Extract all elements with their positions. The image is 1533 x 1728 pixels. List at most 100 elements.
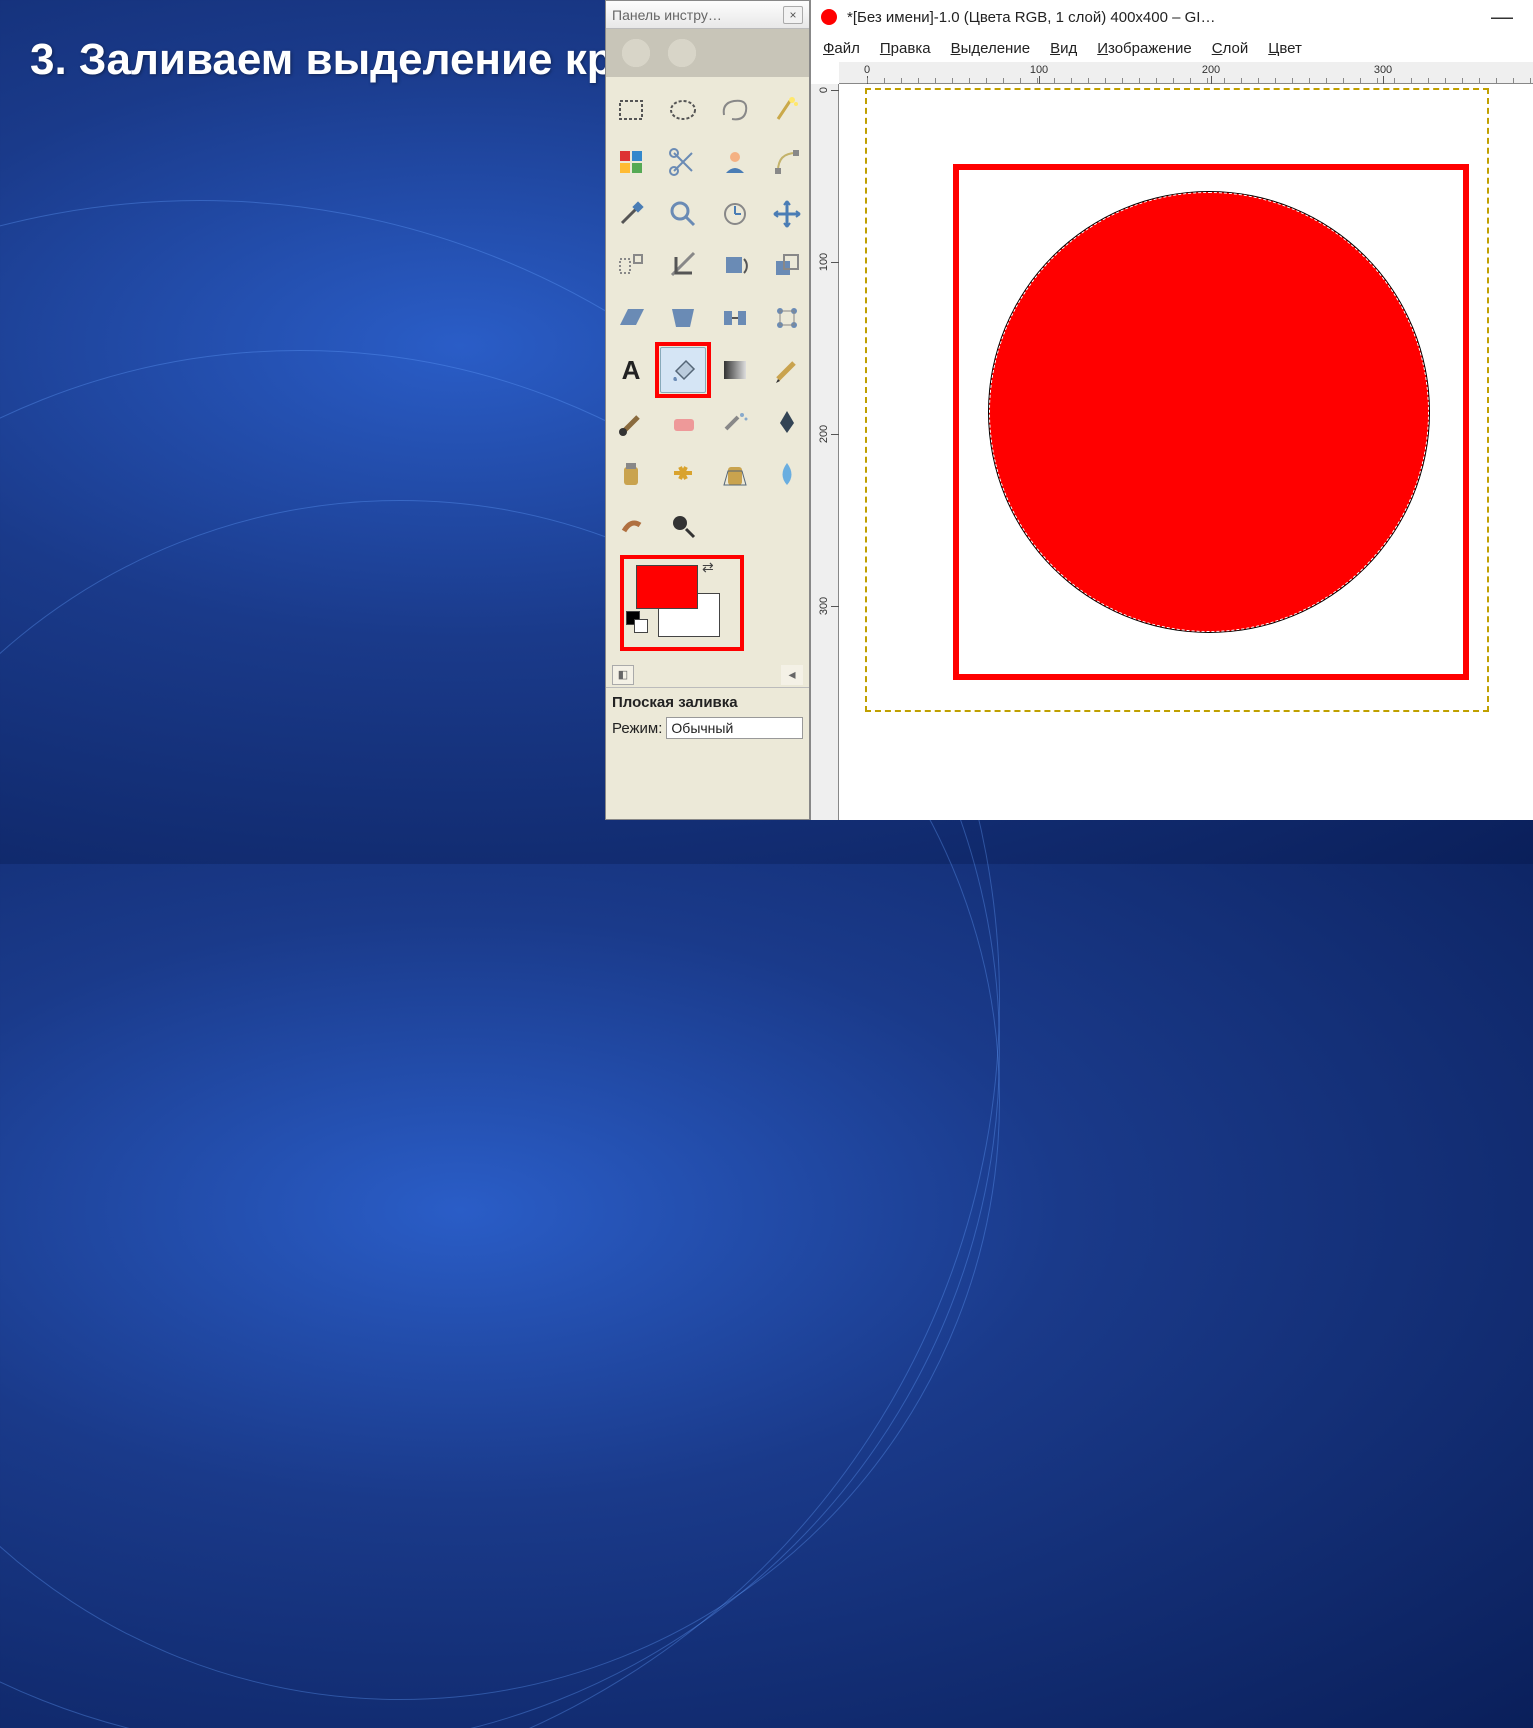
pencil-icon bbox=[770, 353, 804, 387]
scale-tool[interactable] bbox=[764, 243, 810, 289]
shear-tool[interactable] bbox=[608, 295, 654, 341]
menu-edit[interactable]: Правка bbox=[880, 40, 931, 57]
menu-select[interactable]: Выделение bbox=[951, 40, 1031, 57]
dock-buttons-row: ◧ ◂ bbox=[606, 663, 809, 687]
gimp-windows: Панель инстру… × bbox=[605, 0, 1533, 820]
move-tool[interactable] bbox=[764, 191, 810, 237]
image-window-title: *[Без имени]-1.0 (Цвета RGB, 1 слой) 400… bbox=[847, 9, 1215, 26]
ink-icon bbox=[770, 405, 804, 439]
cage-tool[interactable] bbox=[764, 295, 810, 341]
ellipse-select-tool[interactable] bbox=[660, 87, 706, 133]
bucket-fill-tool[interactable] bbox=[660, 347, 706, 393]
eraser-tool[interactable] bbox=[660, 399, 706, 445]
menu-file[interactable]: Файл bbox=[823, 40, 860, 57]
color-picker-icon bbox=[614, 197, 648, 231]
cage-icon bbox=[770, 301, 804, 335]
scale-icon bbox=[770, 249, 804, 283]
tool-grid: A bbox=[606, 77, 809, 553]
tool-options-title: Плоская заливка bbox=[612, 694, 803, 711]
clone-tool[interactable] bbox=[608, 451, 654, 497]
text-icon: A bbox=[614, 353, 648, 387]
by-color-select-tool[interactable] bbox=[608, 139, 654, 185]
toolbox-titlebar[interactable]: Панель инстру… × bbox=[606, 1, 809, 29]
rect-select-tool[interactable] bbox=[608, 87, 654, 133]
free-select-tool[interactable] bbox=[712, 87, 758, 133]
clone-icon bbox=[614, 457, 648, 491]
paintbrush-tool[interactable] bbox=[608, 399, 654, 445]
align-tool[interactable] bbox=[608, 243, 654, 289]
horizontal-ruler[interactable]: 0100200300 bbox=[839, 62, 1533, 84]
shear-icon bbox=[614, 301, 648, 335]
canvas-area: 0100200300 0100200300 bbox=[811, 62, 1533, 820]
image-menubar: Файл Правка Выделение Вид Изображение Сл… bbox=[811, 34, 1533, 62]
toolbox-window: Панель инстру… × bbox=[605, 0, 810, 820]
perspective-icon bbox=[666, 301, 700, 335]
vertical-ruler[interactable]: 0100200300 bbox=[811, 84, 839, 820]
flip-tool[interactable] bbox=[712, 295, 758, 341]
toolbox-close-button[interactable]: × bbox=[783, 6, 803, 24]
scissors-tool[interactable] bbox=[660, 139, 706, 185]
menu-color[interactable]: Цвет bbox=[1268, 40, 1302, 57]
dodge-tool[interactable] bbox=[660, 503, 706, 549]
zoom-tool[interactable] bbox=[660, 191, 706, 237]
rotate-tool[interactable] bbox=[712, 243, 758, 289]
airbrush-icon bbox=[718, 405, 752, 439]
eraser-icon bbox=[666, 405, 700, 439]
align-icon bbox=[614, 249, 648, 283]
move-icon bbox=[770, 197, 804, 231]
dodge-icon bbox=[666, 509, 700, 543]
blur-icon bbox=[770, 457, 804, 491]
zoom-icon bbox=[666, 197, 700, 231]
mode-label: Режим: bbox=[612, 720, 662, 737]
pencil-tool[interactable] bbox=[764, 347, 810, 393]
paintbrush-icon bbox=[614, 405, 648, 439]
dock-toggle-button[interactable]: ◧ bbox=[612, 665, 634, 685]
crop-icon bbox=[666, 249, 700, 283]
blend-tool[interactable] bbox=[712, 347, 758, 393]
dock-menu-button[interactable]: ◂ bbox=[781, 665, 803, 685]
menu-layer[interactable]: Слой bbox=[1212, 40, 1249, 57]
heal-icon bbox=[666, 457, 700, 491]
text-tool[interactable]: A bbox=[608, 347, 654, 393]
canvas-viewport[interactable] bbox=[839, 84, 1533, 820]
free-select-icon bbox=[718, 93, 752, 127]
ink-tool[interactable] bbox=[764, 399, 810, 445]
paths-icon bbox=[770, 145, 804, 179]
smudge-tool[interactable] bbox=[608, 503, 654, 549]
toolbox-title: Панель инстру… bbox=[612, 7, 722, 23]
canvas-image-boundary bbox=[867, 90, 1487, 710]
foreground-select-icon bbox=[718, 145, 752, 179]
color-swatch-area: ⇄ bbox=[606, 553, 809, 663]
fuzzy-select-icon bbox=[770, 93, 804, 127]
airbrush-tool[interactable] bbox=[712, 399, 758, 445]
perspective-tool[interactable] bbox=[660, 295, 706, 341]
perspective-clone-tool[interactable] bbox=[712, 451, 758, 497]
blend-icon bbox=[718, 353, 752, 387]
wilber-logo-strip bbox=[606, 29, 809, 77]
flip-icon bbox=[718, 301, 752, 335]
minimize-button[interactable]: — bbox=[1481, 4, 1523, 30]
bucket-fill-icon bbox=[666, 353, 700, 387]
mode-select[interactable]: Обычный bbox=[666, 717, 803, 739]
measure-tool[interactable] bbox=[712, 191, 758, 237]
blur-tool[interactable] bbox=[764, 451, 810, 497]
heal-tool[interactable] bbox=[660, 451, 706, 497]
perspective-clone-icon bbox=[718, 457, 752, 491]
smudge-icon bbox=[614, 509, 648, 543]
color-picker-tool[interactable] bbox=[608, 191, 654, 237]
unsaved-dot-icon bbox=[821, 9, 837, 25]
rotate-icon bbox=[718, 249, 752, 283]
svg-text:A: A bbox=[621, 355, 640, 385]
color-highlight-box bbox=[620, 555, 744, 651]
foreground-select-tool[interactable] bbox=[712, 139, 758, 185]
menu-view[interactable]: Вид bbox=[1050, 40, 1077, 57]
measure-icon bbox=[718, 197, 752, 231]
tool-options: Плоская заливка Режим: Обычный bbox=[606, 687, 809, 745]
crop-tool[interactable] bbox=[660, 243, 706, 289]
paths-tool[interactable] bbox=[764, 139, 810, 185]
menu-image[interactable]: Изображение bbox=[1097, 40, 1192, 57]
image-window-titlebar[interactable]: *[Без имени]-1.0 (Цвета RGB, 1 слой) 400… bbox=[811, 0, 1533, 34]
red-filled-circle bbox=[989, 192, 1429, 632]
scissors-icon bbox=[666, 145, 700, 179]
fuzzy-select-tool[interactable] bbox=[764, 87, 810, 133]
